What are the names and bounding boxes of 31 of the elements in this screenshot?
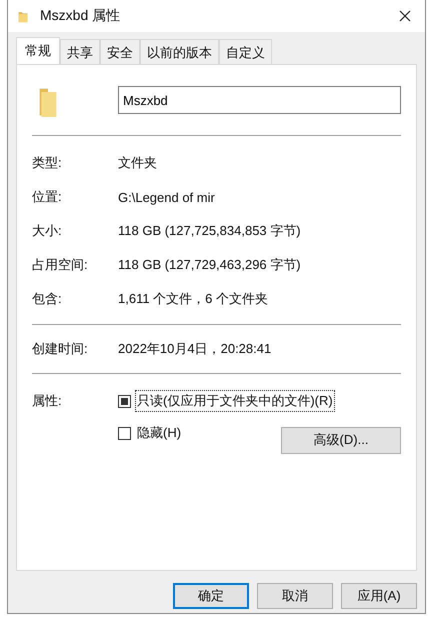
close-icon[interactable] [399, 10, 411, 22]
property-label: 创建时间: [32, 340, 89, 358]
property-label: 类型: [32, 154, 63, 172]
property-label: 包含: [32, 290, 63, 308]
property-value: 1,611 个文件，6 个文件夹 [118, 290, 268, 308]
tab[interactable]: 共享 [60, 39, 100, 64]
property-value: 2022年10月4日，20:28:41 [118, 340, 272, 358]
checkbox-label[interactable]: 只读(仅应用于文件夹中的文件)(R) [135, 390, 335, 412]
tab[interactable]: 常规 [16, 37, 60, 64]
tab[interactable]: 自定义 [219, 39, 272, 64]
checkbox[interactable] [118, 394, 131, 408]
name-field[interactable]: Mszxbd [118, 86, 401, 114]
property-label: 大小: [32, 222, 63, 240]
checkbox[interactable] [118, 426, 131, 440]
property-value: 文件夹 [118, 154, 157, 172]
advanced-button[interactable]: 高级(D)... [281, 426, 401, 454]
property-value: G:\Legend of mir [118, 190, 215, 204]
property-label: 位置: [32, 188, 63, 206]
tab[interactable]: 以前的版本 [140, 39, 219, 64]
dialog-button[interactable]: 取消 [257, 583, 333, 609]
dialog-button[interactable]: 确定 [173, 583, 249, 609]
folder-icon [38, 86, 58, 118]
property-label: 属性: [32, 392, 63, 410]
checkbox-label[interactable]: 隐藏(H) [135, 422, 184, 444]
dialog-button[interactable]: 应用(A) [341, 583, 417, 609]
property-value: 118 GB (127,729,463,296 字节) [118, 256, 301, 274]
property-value: 118 GB (127,725,834,853 字节) [118, 222, 301, 240]
folder-icon [18, 10, 28, 22]
tab[interactable]: 安全 [100, 39, 140, 64]
property-label: 占用空间: [32, 256, 89, 274]
window-title: Mszxbd 属性 [40, 7, 120, 25]
